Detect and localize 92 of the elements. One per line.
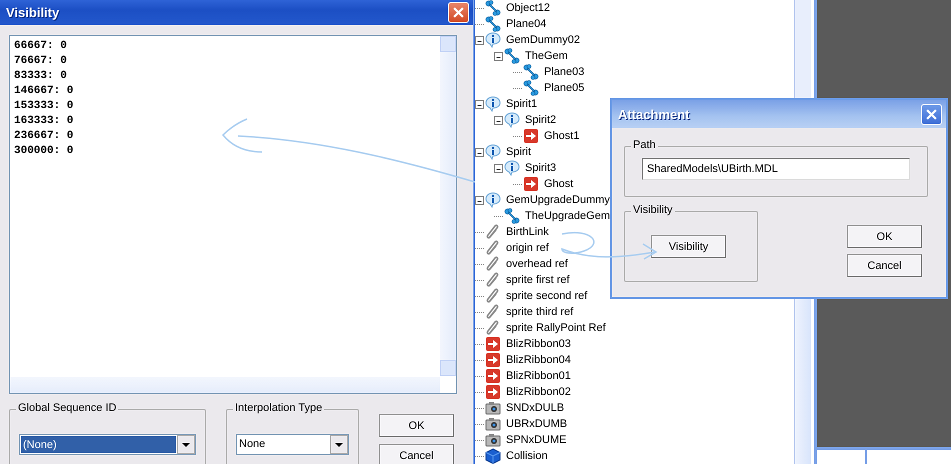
keyframe-line: 163333: 0 xyxy=(14,114,74,129)
info-bubble-icon xyxy=(485,192,501,208)
keyframe-line: 83333: 0 xyxy=(14,69,67,84)
text-area[interactable]: 66667: 0 76667: 0 83333: 0 146667: 0 153333: 0 163333: 0 236667: 0 300000: 0 xyxy=(9,35,457,394)
paperclip-icon xyxy=(485,240,501,256)
tree-item[interactable]: Collision xyxy=(505,449,549,463)
window-title: Attachment xyxy=(618,106,690,122)
tree-item[interactable]: Plane03 xyxy=(543,65,586,79)
tree-item[interactable]: sprite second ref xyxy=(505,289,588,303)
caret-icon xyxy=(330,435,348,454)
tree-item[interactable]: sprite third ref xyxy=(505,305,574,319)
tree-item[interactable]: Spirit1 xyxy=(505,97,538,111)
tree-item[interactable]: BlizRibbon02 xyxy=(505,385,572,399)
dropdown-value: None xyxy=(238,437,266,452)
scrollbar[interactable] xyxy=(440,36,456,376)
tree-item[interactable]: TheGem xyxy=(524,49,569,63)
tree-item[interactable]: UBRxDUMB xyxy=(505,417,568,431)
window-title: Visibility xyxy=(6,5,60,20)
tree-item[interactable]: Plane05 xyxy=(543,81,586,95)
group-label: Interpolation Type xyxy=(233,402,324,414)
paperclip-icon xyxy=(485,256,501,272)
tree-item[interactable]: BlizRibbon01 xyxy=(505,369,572,383)
ok-button[interactable]: OK xyxy=(847,225,922,248)
dropdown[interactable]: None xyxy=(236,434,349,455)
info-bubble-icon xyxy=(504,112,520,128)
keyframe-line: 153333: 0 xyxy=(14,99,74,114)
tree-item[interactable]: origin ref xyxy=(505,241,550,255)
collapse-button[interactable] xyxy=(475,148,484,156)
camera-icon xyxy=(485,400,501,416)
bone-icon xyxy=(504,208,520,224)
close-button[interactable] xyxy=(921,104,942,124)
ok-button[interactable]: OK xyxy=(379,414,454,437)
tree-item[interactable]: Ghost1 xyxy=(543,129,580,143)
info-bubble-icon xyxy=(485,96,501,112)
bone-icon xyxy=(485,16,501,32)
tree-item[interactable]: GemUpgradeDummy xyxy=(505,193,611,207)
collapse-button[interactable] xyxy=(475,100,484,108)
group-label: Global Sequence ID xyxy=(16,402,118,414)
collapse-button[interactable] xyxy=(475,36,484,44)
caret-icon xyxy=(177,435,195,454)
group-label: Visibility xyxy=(631,204,675,216)
cancel-button[interactable]: Cancel xyxy=(847,254,922,277)
tree-item[interactable]: Spirit3 xyxy=(524,161,558,175)
collapse-button[interactable] xyxy=(494,52,503,60)
tree-item[interactable]: BirthLink xyxy=(505,225,550,239)
camera-icon xyxy=(485,416,501,432)
close-icon xyxy=(926,108,937,120)
path-field[interactable]: SharedModels\UBirth.MDL xyxy=(642,158,910,180)
paperclip-icon xyxy=(485,320,501,336)
collapse-button[interactable] xyxy=(494,164,503,172)
tree-item[interactable]: TheUpgradeGem xyxy=(524,209,611,223)
camera-icon xyxy=(485,432,501,448)
tree-item[interactable]: sprite RallyPoint Ref xyxy=(505,321,607,335)
tree-item[interactable]: GemDummy02 xyxy=(505,33,581,47)
bone-icon xyxy=(485,0,501,16)
tree-item[interactable]: overhead ref xyxy=(505,257,569,271)
keyframe-line: 66667: 0 xyxy=(14,39,67,54)
tree-item[interactable]: Plane04 xyxy=(505,17,548,31)
paperclip-icon xyxy=(485,272,501,288)
paperclip-icon xyxy=(485,224,501,240)
keyframe-line: 300000: 0 xyxy=(14,144,74,159)
tree-item[interactable]: BlizRibbon04 xyxy=(505,353,572,367)
tree-item[interactable]: SNDxDULB xyxy=(505,401,566,415)
info-bubble-icon xyxy=(504,160,520,176)
close-button[interactable] xyxy=(448,2,469,23)
collapse-button[interactable] xyxy=(475,196,484,204)
tree-item[interactable]: Ghost xyxy=(543,177,574,191)
dropdown-value: (None) xyxy=(21,436,176,453)
group-label: Path xyxy=(631,139,658,151)
bone-icon xyxy=(523,80,539,96)
tree-item[interactable]: sprite first ref xyxy=(505,273,571,287)
bone-icon xyxy=(504,48,520,64)
paperclip-icon xyxy=(485,304,501,320)
tree-item[interactable]: SPNxDUME xyxy=(505,433,568,447)
visibility-button[interactable]: Visibility xyxy=(651,235,726,258)
tree-item[interactable]: Spirit xyxy=(505,145,532,159)
tree-item[interactable]: Spirit2 xyxy=(524,113,558,127)
close-icon xyxy=(453,7,464,18)
tree-item[interactable]: Object12 xyxy=(505,1,552,15)
dropdown[interactable]: (None) xyxy=(19,434,196,455)
keyframe-line: 236667: 0 xyxy=(14,129,74,144)
scrollbar[interactable] xyxy=(10,377,440,393)
collapse-button[interactable] xyxy=(494,116,503,124)
cancel-button[interactable]: Cancel xyxy=(379,444,454,464)
keyframe-line: 76667: 0 xyxy=(14,54,67,69)
paperclip-icon xyxy=(485,288,501,304)
cube-icon xyxy=(485,448,501,464)
info-bubble-icon xyxy=(485,32,501,48)
tree-item[interactable]: BlizRibbon03 xyxy=(505,337,572,351)
keyframe-line: 146667: 0 xyxy=(14,84,74,99)
bone-icon xyxy=(523,64,539,80)
info-bubble-icon xyxy=(485,144,501,160)
